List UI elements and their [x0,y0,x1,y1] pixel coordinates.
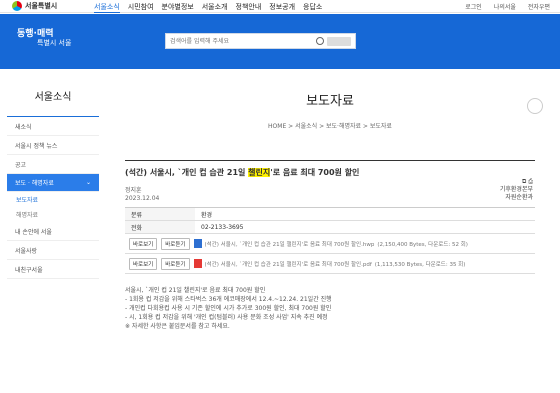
sidebar-item-friend[interactable]: 내친구서울 [7,260,99,279]
slogan: 동행·매력 특별시 서울 [17,30,71,48]
logo-text: 서울특별시 [25,2,58,10]
article-title: (석간) 서울시, `개인 컵 습관 21일 챌린지'로 음료 최대 700원 … [125,161,535,183]
seoul-logo[interactable]: 서울특별시 [12,1,57,11]
article-title-highlight: 챌린지 [248,168,271,177]
search-input[interactable] [170,36,320,47]
my-seoul-link[interactable]: 나의서울 [494,2,516,11]
article-title-before: (석간) 서울시, `개인 컵 습관 21일 [125,168,249,177]
department-line-2: 자원순환과 [505,194,533,201]
menu-policy[interactable]: 정책안내 [236,2,262,13]
chevron-down-icon: ⌄ [85,179,91,186]
sidebar-sub-explanation[interactable]: 해명자료 [7,207,99,222]
slogan-line-1: 동행·매력 [17,29,54,39]
article-meta: 정지훈 2023.12.04 [125,183,535,207]
hwp-file-icon [193,239,202,248]
attachment-link[interactable]: (석간) 서울시, `개인 컵 습관 21일 챌린지'로 음료 최대 700원 … [205,240,375,248]
menu-open-data[interactable]: 정보공개 [269,2,295,13]
slogan-line-2: 특별시 서울 [37,39,72,47]
email-link[interactable]: 전자우편 [528,2,550,11]
sidebar-item-label: 보도 · 해명자료 [15,180,54,187]
page-title: 보도자료 [306,94,354,109]
sidebar-item-policy-news[interactable]: 서울시 정책 뉴스 [7,136,99,155]
blue-banner: 동행·매력 특별시 서울 [0,14,560,69]
attachment-pdf: 바로보기 바로듣기 (석간) 서울시, `개인 컵 습관 21일 챌린지'로 음… [125,254,535,274]
share-icon[interactable]: ⧉ ⎙ [500,178,533,186]
attachment-link[interactable]: (석간) 서울시, `개인 컵 습관 21일 챌린지'로 음료 최대 700원 … [205,260,372,268]
attachment-meta: (2,150,400 Bytes, 다운로드: 52 회) [377,241,468,248]
top-nav-bar: 서울특별시 서울소식 시민참여 분야별정보 서울소개 정책안내 정보공개 응답소… [0,0,560,13]
breadcrumb: HOME > 서울소식 > 보도·해명자료 > 보도자료 [268,123,392,130]
department: ⧉ ⎙ 기후환경본부 자원순환과 [500,178,533,202]
sidebar-item-love[interactable]: 서울사랑 [7,241,99,260]
sidebar-title: 서울소식 [7,78,99,117]
table-row: 분류 환경 [125,208,535,221]
menu-participation[interactable]: 시민참여 [128,2,154,13]
article-body: 서울시, `개인 컵 21일 챌린지'로 음료 최대 700원 할인 - 1회용… [125,287,332,330]
view-button[interactable]: 바로보기 [129,257,158,270]
view-button[interactable]: 바로보기 [129,237,158,250]
article-title-after: '로 음료 최대 700원 할인 [270,168,360,177]
sidebar-item-new[interactable]: 새소식 [7,117,99,136]
search-button[interactable] [327,37,351,46]
listen-button[interactable]: 바로듣기 [161,237,190,250]
author: 정지훈 [125,187,142,194]
attachment-meta: (1,113,530 Bytes, 다운로드: 35 회) [374,261,466,268]
listen-button[interactable]: 바로듣기 [161,257,190,270]
article: (석간) 서울시, `개인 컵 습관 21일 챌린지'로 음료 최대 700원 … [125,160,535,274]
global-nav: 서울소식 시민참여 분야별정보 서울소개 정책안내 정보공개 응답소 [94,2,322,13]
sidebar-sub-press[interactable]: 보도자료 [7,192,99,207]
info-table: 분류 환경 전화 02-2133-3695 바로보기 바로듣기 (석간) 서울시, … [125,207,535,274]
menu-eungdapso[interactable]: 응답소 [303,2,322,13]
seoul-logo-icon [12,1,22,11]
search-box [165,33,356,49]
menu-field-info[interactable]: 분야별정보 [162,2,194,13]
sidebar-item-mobile[interactable]: 내 손안에 서울 [7,222,99,241]
sidebar-item-notice[interactable]: 공고 [7,155,99,174]
menu-seoul-news[interactable]: 서울소식 [94,2,120,13]
pdf-file-icon [193,259,202,268]
table-row: 전화 02-2133-3695 [125,221,535,234]
sidebar-item-press[interactable]: 보도 · 해명자료 ⌄ [7,174,99,192]
login-link[interactable]: 로그인 [465,2,482,11]
date: 2023.12.04 [125,195,160,202]
department-line-1: 기후환경본부 [499,186,533,193]
menu-about-seoul[interactable]: 서울소개 [202,2,228,13]
main-content: 보도자료 HOME > 서울소식 > 보도·해명자료 > 보도자료 (석간) 서… [125,78,543,330]
search-icon[interactable] [316,37,324,45]
attachment-hwp: 바로보기 바로듣기 (석간) 서울시, `개인 컵 습관 21일 챌린지'로 음… [125,234,535,254]
sidebar: 서울소식 새소식 서울시 정책 뉴스 공고 보도 · 해명자료 ⌄ 보도자료 해… [7,78,99,279]
utility-links: 로그인 나의서울 전자우편 [465,2,550,11]
print-icon[interactable] [527,98,543,114]
